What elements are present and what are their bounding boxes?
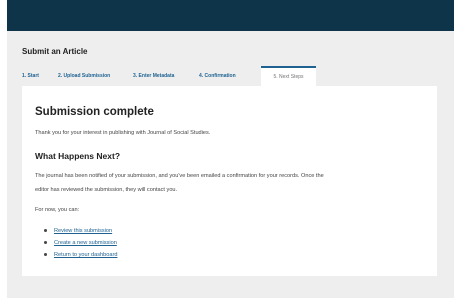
what-happens-next-heading: What Happens Next? [35, 151, 121, 161]
tab-enter-metadata[interactable]: 3. Enter Metadata [133, 66, 174, 86]
content-panel: Submission complete Thank you for your i… [22, 86, 437, 276]
bullet-icon [44, 229, 47, 232]
page-title: Submit an Article [22, 47, 88, 56]
return-to-dashboard-link[interactable]: Return to your dashboard [54, 252, 117, 258]
notification-text-line-1: The journal has been notified of your su… [35, 173, 324, 179]
submission-complete-heading: Submission complete [35, 106, 154, 118]
tab-next-steps[interactable]: 5. Next Steps [261, 66, 316, 86]
list-item: Review this submission [44, 226, 117, 238]
for-now-text: For now, you can: [35, 207, 80, 213]
top-navigation-bar [7, 0, 454, 31]
bullet-icon [44, 253, 47, 256]
tab-upload-submission[interactable]: 2. Upload Submission [58, 66, 110, 86]
create-new-submission-link[interactable]: Create a new submission [54, 240, 117, 246]
review-submission-link[interactable]: Review this submission [54, 228, 112, 234]
bullet-icon [44, 241, 47, 244]
tab-confirmation[interactable]: 4. Confirmation [199, 66, 236, 86]
thank-you-text: Thank you for your interest in publishin… [35, 130, 211, 136]
wizard-tabs: 1. Start 2. Upload Submission 3. Enter M… [22, 66, 442, 86]
list-item: Return to your dashboard [44, 250, 117, 262]
tab-start[interactable]: 1. Start [22, 66, 39, 86]
app-frame: Submit an Article 1. Start 2. Upload Sub… [7, 0, 454, 298]
list-item: Create a new submission [44, 238, 117, 250]
notification-text-line-2: editor has reviewed the submission, they… [35, 187, 178, 193]
next-steps-list: Review this submission Create a new subm… [44, 226, 117, 262]
